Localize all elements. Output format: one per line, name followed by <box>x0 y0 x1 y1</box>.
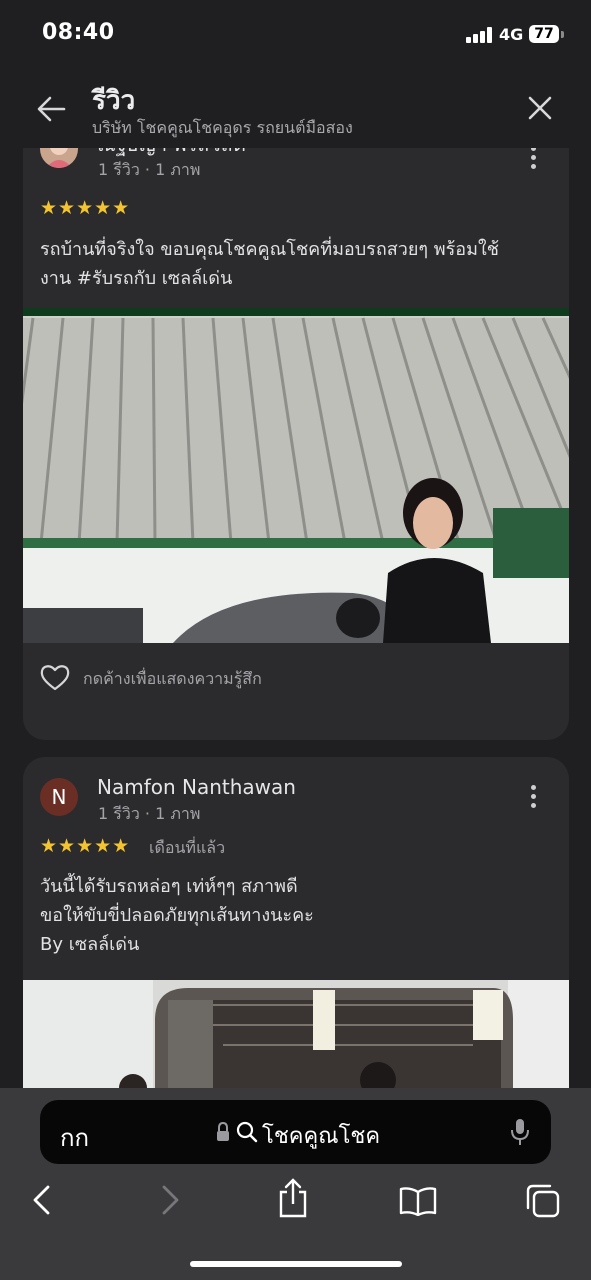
star-rating: ★★★★★ <box>40 197 131 219</box>
reviewer-avatar[interactable] <box>40 148 78 168</box>
star-rating: ★★★★★ <box>40 835 131 857</box>
microphone-icon[interactable] <box>510 1118 530 1146</box>
page-settings-button[interactable]: กก <box>60 1118 89 1157</box>
back-icon[interactable] <box>30 1184 54 1220</box>
review-card: ณัฐธิญา พรสวัสดิ์ 1 รีวิว · 1 ภาพ ★★★★★ … <box>23 148 569 740</box>
page-title: รีวิว <box>92 86 136 116</box>
reviews-feed[interactable]: ณัฐธิญา พรสวัสดิ์ 1 รีวิว · 1 ภาพ ★★★★★ … <box>0 148 591 1088</box>
status-time: 08:40 <box>42 20 115 45</box>
reviewer-avatar[interactable]: N <box>40 778 78 816</box>
network-type: 4G <box>499 25 524 44</box>
battery-tip <box>561 31 564 38</box>
review-photo[interactable] <box>23 980 569 1088</box>
review-text: วันนี้ได้รับรถหล่อๆ เท่ห์ๆๆ สภาพดี ขอให้… <box>40 876 314 955</box>
close-button[interactable] <box>527 95 553 121</box>
arrow-left-icon <box>37 96 66 122</box>
close-icon <box>528 96 552 120</box>
heart-icon <box>40 665 70 691</box>
tabs-icon[interactable] <box>526 1184 560 1222</box>
review-photo[interactable] <box>23 308 569 643</box>
cellular-signal-icon <box>466 27 494 43</box>
reviewer-name[interactable]: Namfon Nanthawan <box>97 775 296 799</box>
more-options-icon[interactable] <box>531 785 537 811</box>
like-button[interactable] <box>40 663 72 691</box>
review-date: เดือนที่แล้ว <box>149 838 226 857</box>
lock-icon <box>216 1121 230 1142</box>
business-name: บริษัท โชคคูณโชคอุดร รถยนต์มือสอง <box>92 118 353 137</box>
forward-icon[interactable] <box>158 1184 182 1220</box>
more-options-icon[interactable] <box>531 148 537 172</box>
like-hint: กดค้างเพื่อแสดงความรู้สึก <box>83 669 262 688</box>
search-icon <box>236 1121 258 1143</box>
battery-icon: 77 <box>529 25 559 43</box>
share-icon[interactable] <box>278 1178 308 1222</box>
review-card: N Namfon Nanthawan 1 รีวิว · 1 ภาพ ★★★★★… <box>23 757 569 1088</box>
bookmarks-icon[interactable] <box>399 1186 437 1220</box>
reviewer-meta: 1 รีวิว · 1 ภาพ <box>98 804 201 823</box>
back-button[interactable] <box>36 95 66 123</box>
reviewer-meta: 1 รีวิว · 1 ภาพ <box>98 160 201 179</box>
url-text[interactable]: โชคคูณโชค <box>262 1118 380 1153</box>
review-text: รถบ้านที่จริงใจ ขอบคุณโชคคูณโชคที่มอบรถส… <box>40 239 499 289</box>
home-indicator[interactable] <box>190 1261 402 1267</box>
